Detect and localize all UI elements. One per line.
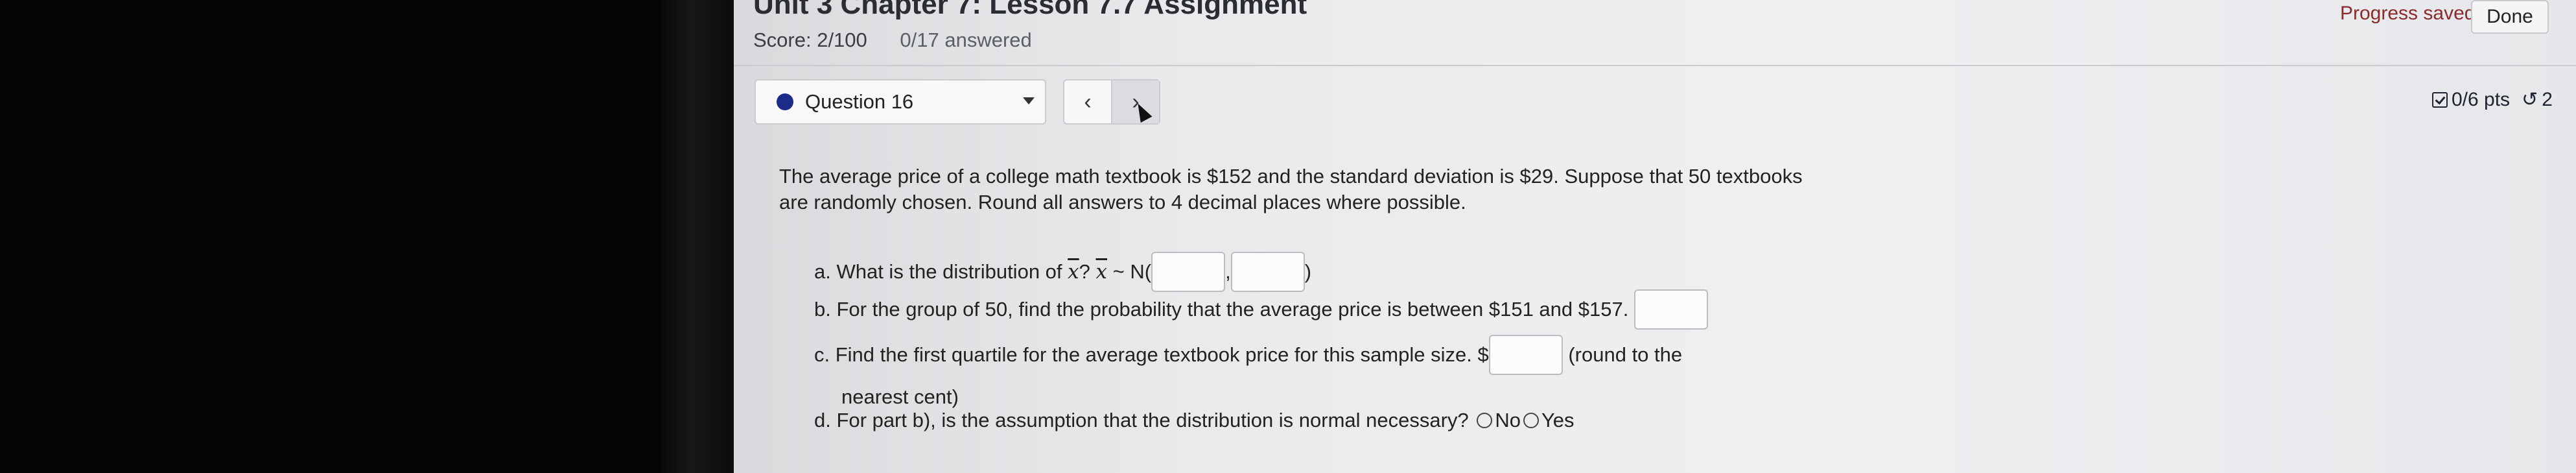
part-a-dist: ~ N( [1112, 260, 1152, 283]
part-a-question-mark: ? [1079, 260, 1090, 283]
radio-no[interactable] [1477, 413, 1493, 428]
problem-statement: The average price of a college math text… [779, 165, 1803, 213]
retry-count: 2 [2542, 88, 2553, 110]
xbar-symbol: x [1068, 260, 1079, 284]
question-nav: ‹ › [1063, 79, 1160, 125]
header-divider [734, 65, 2576, 66]
question-selector[interactable]: Question 16 [755, 79, 1046, 125]
part-c-suffix-2: nearest cent) [841, 385, 959, 408]
assignment-title: Unit 3 Chapter 7: Lesson 7.7 Assignment [753, 0, 1307, 20]
next-question-button[interactable]: › [1111, 80, 1159, 123]
progress-status: Progress saved [2340, 3, 2476, 24]
screen: Unit 3 Chapter 7: Lesson 7.7 Assignment … [734, 0, 2576, 473]
quartile-input[interactable] [1488, 335, 1563, 375]
part-c-continuation: nearest cent) [841, 385, 959, 409]
radio-yes[interactable] [1523, 413, 1539, 428]
probability-input[interactable] [1633, 289, 1708, 330]
retry-icon[interactable]: ↺ [2522, 88, 2538, 111]
stddev-input[interactable] [1230, 252, 1305, 292]
answered-count: 0/17 answered [900, 29, 1032, 51]
radio-no-label: No [1495, 409, 1521, 431]
question-status-dot-icon [777, 93, 793, 110]
points-indicator: 0/6 pts ↺ 2 [2432, 88, 2553, 111]
part-b: b. For the group of 50, find the probabi… [814, 289, 1708, 330]
checkbox-icon [2432, 91, 2448, 108]
part-a: a. What is the distribution of x? x ~ N(… [814, 252, 1311, 292]
part-c-suffix: (round to the [1568, 343, 1683, 366]
part-c-label: c. Find the first quartile for the avera… [814, 343, 1489, 366]
radio-yes-label: Yes [1541, 409, 1575, 431]
chevron-down-icon [1023, 97, 1035, 104]
background-dark-area [0, 0, 661, 473]
done-button[interactable]: Done [2471, 0, 2549, 34]
part-d-label: d. For part b), is the assumption that t… [814, 409, 1469, 431]
previous-question-button[interactable]: ‹ [1064, 80, 1111, 123]
score-text: Score: 2/100 [753, 29, 867, 51]
part-d: d. For part b), is the assumption that t… [814, 409, 1575, 432]
part-a-close: ) [1304, 260, 1312, 283]
points-text: 0/6 pts [2452, 88, 2511, 110]
score-line: Score: 2/100 0/17 answered [753, 29, 1032, 52]
part-a-label: a. What is the distribution of [814, 260, 1062, 283]
question-selector-label: Question 16 [805, 90, 914, 113]
mean-input[interactable] [1151, 252, 1226, 292]
part-c: c. Find the first quartile for the avera… [814, 335, 1682, 375]
xbar-symbol-2: x [1095, 260, 1107, 284]
part-b-label: b. For the group of 50, find the probabi… [814, 298, 1629, 321]
part-a-comma: , [1225, 260, 1231, 283]
monitor-bezel [661, 0, 734, 473]
